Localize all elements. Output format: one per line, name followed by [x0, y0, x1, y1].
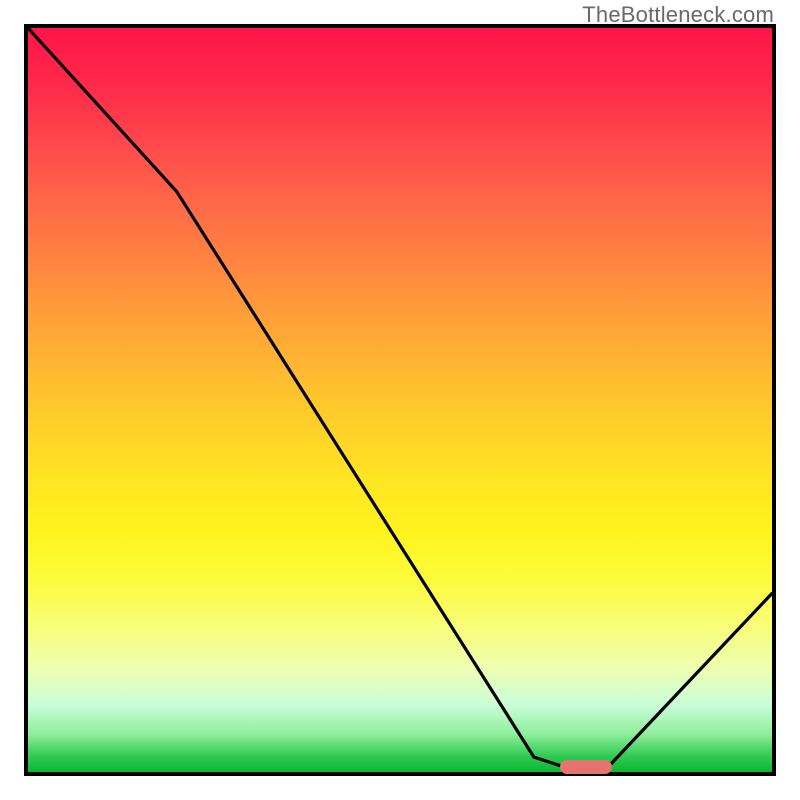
- chart-curve-svg: [28, 28, 772, 772]
- bottleneck-curve-path: [28, 28, 772, 767]
- chart-frame: [24, 24, 776, 776]
- optimal-range-marker: [560, 760, 613, 774]
